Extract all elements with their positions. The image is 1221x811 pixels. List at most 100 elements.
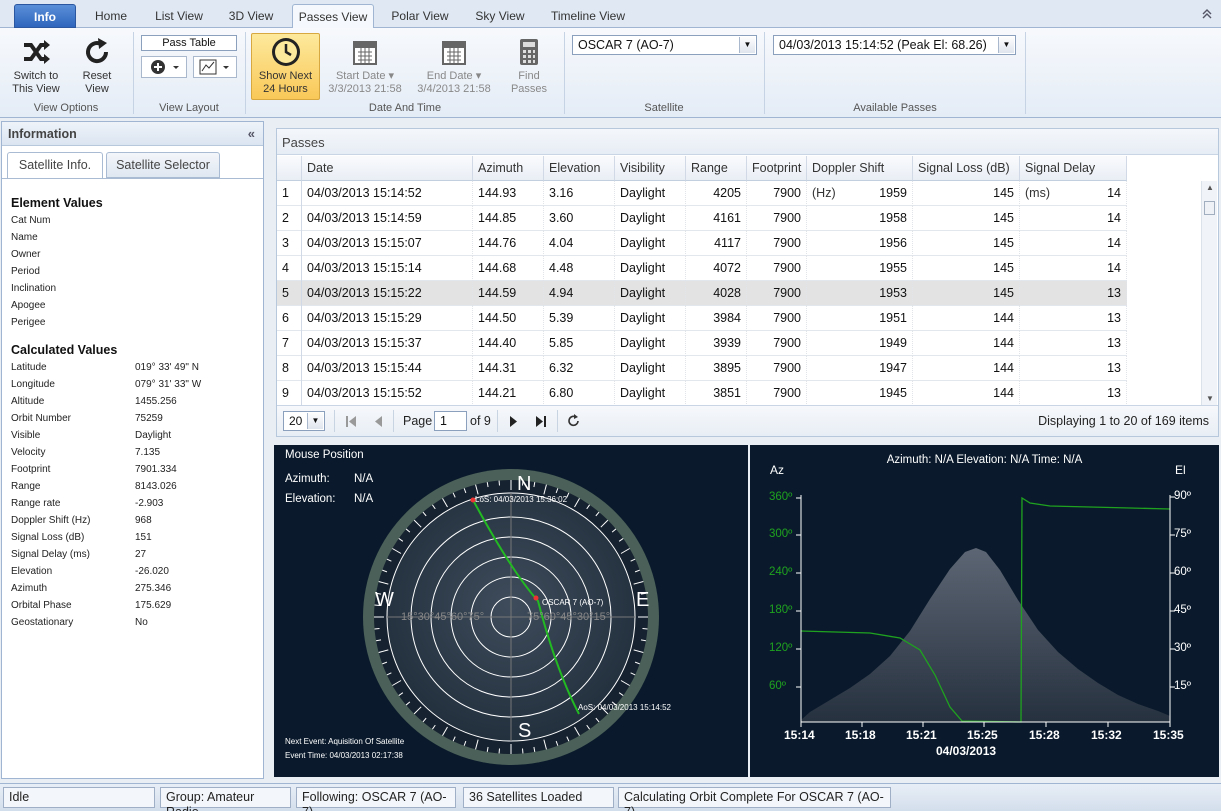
scrollbar-thumb[interactable]: [1204, 201, 1215, 215]
pass-table-button[interactable]: Pass Table: [141, 35, 237, 51]
first-page-icon[interactable]: [345, 416, 357, 427]
end-date-button[interactable]: End Date ▾ 3/4/2013 21:58: [414, 36, 494, 96]
elevation-tick-label: 15º: [1174, 680, 1191, 692]
table-cell: 144.50: [473, 306, 544, 331]
azimuth-tick-label: 120º: [769, 642, 793, 654]
reset-view-button[interactable]: Reset View: [74, 36, 120, 96]
tab-polar-view[interactable]: Polar View: [382, 4, 458, 28]
table-row[interactable]: 5 04/03/2013 15:15:22 144.59 4.94 Daylight 40…: [277, 281, 1127, 306]
table-cell: 7900: [747, 306, 807, 331]
shuffle-icon: [24, 40, 50, 64]
tab-info[interactable]: Info: [14, 4, 76, 28]
calc-value: Daylight: [135, 430, 172, 441]
table-cell: 04/03/2013 15:15:37: [302, 331, 473, 356]
collapse-panel-icon[interactable]: «: [248, 126, 255, 141]
east-label: E: [636, 589, 650, 611]
page-number-input[interactable]: 1: [434, 411, 467, 431]
table-cell: 4.04: [544, 231, 615, 256]
element-values-heading: Element Values: [11, 196, 103, 210]
calc-value: 7.135: [135, 447, 161, 458]
grid-header-cell[interactable]: Azimuth: [473, 156, 544, 181]
tab-list-view[interactable]: List View: [146, 4, 212, 28]
polar-view[interactable]: Mouse Position Azimuth: N/A Elevation: N…: [274, 445, 748, 777]
grid-header-cell[interactable]: Elevation: [544, 156, 615, 181]
table-cell: 1953: [807, 281, 913, 306]
elevation-area: [801, 548, 1170, 722]
table-cell: 14: [1020, 256, 1127, 281]
start-date-button[interactable]: Start Date ▾ 3/3/2013 21:58: [326, 36, 404, 96]
table-cell: 4117: [686, 231, 747, 256]
grid-scrollbar[interactable]: ▲ ▼: [1201, 181, 1217, 405]
tab-timeline-view[interactable]: Timeline View: [542, 4, 634, 28]
table-cell: 1956: [807, 231, 913, 256]
next-page-icon[interactable]: [509, 416, 519, 427]
page-size-select[interactable]: 20 ▼: [283, 411, 325, 431]
refresh-icon[interactable]: [567, 414, 581, 428]
grid-header-cell[interactable]: Date: [302, 156, 473, 181]
table-cell: 144.21: [473, 381, 544, 405]
table-row[interactable]: 1 04/03/2013 15:14:52 144.93 3.16 Daylight 42…: [277, 181, 1127, 206]
status-following: Following: OSCAR 7 (AO-7): [296, 787, 456, 811]
table-row[interactable]: 2 04/03/2013 15:14:59 144.85 3.60 Daylight 41…: [277, 206, 1127, 231]
grid-header-cell[interactable]: Signal Loss (dB): [913, 156, 1020, 181]
table-row[interactable]: 3 04/03/2013 15:15:07 144.76 4.04 Daylight 41…: [277, 231, 1127, 256]
table-cell: Daylight: [615, 381, 686, 405]
panel-title: Information: [8, 127, 77, 141]
tab-home[interactable]: Home: [84, 4, 138, 28]
table-cell: 144: [913, 356, 1020, 381]
tab-sky-view[interactable]: Sky View: [466, 4, 534, 28]
table-cell: 144.85: [473, 206, 544, 231]
table-cell: Daylight: [615, 306, 686, 331]
table-row[interactable]: 7 04/03/2013 15:15:37 144.40 5.85 Daylight 39…: [277, 331, 1127, 356]
table-cell: 7900: [747, 206, 807, 231]
layout-chart-dropdown[interactable]: [193, 56, 237, 78]
timeline-view[interactable]: Azimuth: N/A Elevation: N/A Time: N/A Az…: [750, 445, 1219, 777]
table-cell: 04/03/2013 15:14:52: [302, 181, 473, 206]
tab-satellite-selector[interactable]: Satellite Selector: [106, 152, 220, 178]
grid-header-cell[interactable]: Signal Delay (ms): [1020, 156, 1127, 200]
calc-value: -2.903: [135, 498, 164, 509]
tab-3d-view[interactable]: 3D View: [220, 4, 282, 28]
tab-passes-view[interactable]: Passes View: [292, 4, 374, 29]
calc-value: 75259: [135, 413, 163, 424]
switch-to-view-button[interactable]: Switch to This View: [8, 36, 64, 96]
chart-icon: [199, 59, 229, 75]
calc-key: Range rate: [11, 498, 61, 509]
last-page-icon[interactable]: [535, 416, 547, 427]
scroll-down-icon[interactable]: ▼: [1206, 394, 1214, 403]
table-cell: 7900: [747, 281, 807, 306]
table-row[interactable]: 8 04/03/2013 15:15:44 144.31 6.32 Daylight 38…: [277, 356, 1127, 381]
find-passes-button[interactable]: Find Passes: [506, 36, 552, 96]
satellite-select[interactable]: OSCAR 7 (AO-7) ▼: [572, 35, 757, 55]
calc-value: 27: [135, 549, 147, 560]
table-cell: Daylight: [615, 356, 686, 381]
time-tick-label: 15:14: [784, 728, 815, 742]
table-cell: 13: [1020, 381, 1127, 405]
element-key: Perigee: [11, 317, 46, 328]
table-cell: 14: [1020, 231, 1127, 256]
table-cell: 145: [913, 281, 1020, 306]
layout-add-dropdown[interactable]: [141, 56, 187, 78]
azimuth-tick-label: 300º: [769, 528, 793, 540]
scroll-up-icon[interactable]: ▲: [1206, 183, 1214, 192]
prev-page-icon[interactable]: [373, 416, 383, 427]
collapse-ribbon-icon[interactable]: [1200, 7, 1214, 21]
show-next-24-hours-button[interactable]: Show Next 24 Hours: [251, 33, 320, 100]
calc-key: Altitude: [11, 396, 45, 407]
grid-header-cell[interactable]: Footprint: [747, 156, 807, 181]
time-tick-label: 15:35: [1153, 728, 1184, 742]
table-row[interactable]: 4 04/03/2013 15:15:14 144.68 4.48 Daylight 40…: [277, 256, 1127, 281]
calc-value: 019° 33' 49" N: [135, 362, 199, 373]
grid-header-cell[interactable]: Visibility: [615, 156, 686, 181]
table-row[interactable]: 6 04/03/2013 15:15:29 144.50 5.39 Daylight 39…: [277, 306, 1127, 331]
time-tick-label: 15:28: [1029, 728, 1060, 742]
tab-satellite-info[interactable]: Satellite Info.: [7, 152, 103, 179]
status-bar: Idle Group: Amateur Radio Following: OSC…: [0, 783, 1221, 811]
grid-header-cell[interactable]: Doppler Shift (Hz): [807, 156, 913, 200]
displaying-count: Displaying 1 to 20 of 169 items: [1038, 414, 1209, 428]
table-cell: 1958: [807, 206, 913, 231]
available-passes-select[interactable]: 04/03/2013 15:14:52 (Peak El: 68.26) ▼: [773, 35, 1016, 55]
calc-value: 968: [135, 515, 152, 526]
grid-header-cell[interactable]: Range: [686, 156, 747, 181]
table-row[interactable]: 9 04/03/2013 15:15:52 144.21 6.80 Daylight 38…: [277, 381, 1127, 405]
